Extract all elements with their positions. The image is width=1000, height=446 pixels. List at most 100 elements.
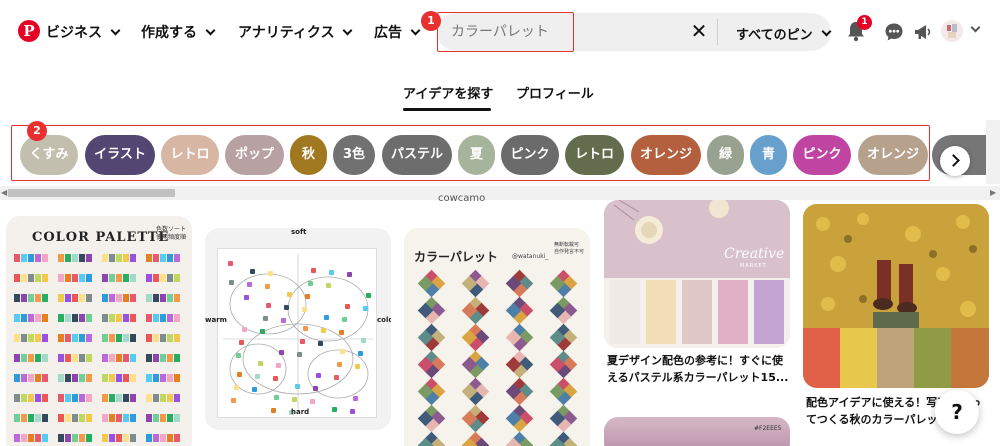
- chip[interactable]: レトロ: [161, 135, 219, 175]
- swatch-row: [102, 434, 136, 442]
- pin-sky-palette[interactable]: #F2EEE5: [604, 417, 790, 446]
- color-dot: [284, 305, 289, 310]
- active-tab-indicator: [403, 108, 491, 111]
- nav-business[interactable]: ビジネス: [46, 22, 121, 42]
- swatch-row: [14, 274, 48, 282]
- color-dot: [305, 294, 310, 299]
- pin-color-palette[interactable]: COLOR PALETTE 色数ソート 使用頻度順: [6, 216, 192, 446]
- chip[interactable]: 3色: [333, 135, 375, 175]
- swatch-row: [146, 334, 180, 342]
- color-dot: [268, 271, 273, 276]
- axis-label-warm: warm: [205, 316, 227, 324]
- swatch-row: [146, 434, 180, 442]
- swatch-row: [14, 394, 48, 402]
- swatch-row: [58, 434, 92, 442]
- tab-profile[interactable]: プロフィール: [516, 83, 594, 102]
- chip[interactable]: オレンジ: [858, 135, 928, 175]
- color-dot: [363, 306, 368, 311]
- chip[interactable]: オレンジ: [631, 135, 701, 175]
- horizontal-scrollbar-thumb[interactable]: [8, 189, 175, 197]
- axis-label-cold: cold: [377, 316, 391, 324]
- brand-watermark-sub: MARKET: [740, 263, 767, 269]
- color-dot: [321, 328, 326, 333]
- vertical-scrollbar[interactable]: [986, 120, 1000, 184]
- color-dot: [303, 326, 308, 331]
- color-dot: [300, 339, 305, 344]
- color-dot: [358, 351, 363, 356]
- color-dot: [308, 281, 313, 286]
- pinterest-logo[interactable]: P: [18, 20, 40, 42]
- swatch-row: [102, 394, 136, 402]
- color-dot: [334, 375, 339, 380]
- chip[interactable]: レトロ: [565, 135, 624, 175]
- palette-swatch: [682, 280, 712, 344]
- chip[interactable]: パステル: [382, 135, 452, 175]
- clear-search-icon[interactable]: ✕: [690, 20, 708, 42]
- chip[interactable]: 緑: [707, 135, 744, 175]
- pin-image: [217, 248, 377, 418]
- chevron-right-icon[interactable]: [940, 146, 970, 176]
- chip[interactable]: ポップ: [225, 135, 284, 175]
- chip[interactable]: 秋: [290, 135, 327, 175]
- swatch-row: [58, 334, 92, 342]
- help-button[interactable]: ?: [935, 390, 979, 434]
- swatch-row: [102, 294, 136, 302]
- scroll-left-arrow-icon[interactable]: ◀: [1, 188, 7, 197]
- chip[interactable]: 夏: [458, 135, 495, 175]
- pin-title[interactable]: 夏デザイン配色の参考に！すぐに使えるパステル系カラーパレット15...: [607, 352, 792, 386]
- color-dot: [310, 399, 315, 404]
- palette-swatch: [951, 328, 989, 388]
- color-dot: [337, 362, 342, 367]
- chevron-down-icon: [343, 25, 353, 35]
- color-dot: [345, 304, 350, 309]
- messages-icon[interactable]: [884, 22, 904, 42]
- pin-autumn-palette[interactable]: [803, 204, 989, 388]
- chip[interactable]: ピンク: [793, 135, 851, 175]
- account-menu-chevron-icon[interactable]: [970, 22, 981, 33]
- color-dot: [236, 353, 241, 358]
- color-dot: [350, 409, 355, 414]
- swatch-row: [14, 434, 48, 442]
- color-dot: [347, 272, 352, 277]
- scroll-right-arrow-icon[interactable]: ▶: [990, 188, 996, 197]
- brand-watermark: Creative: [724, 246, 785, 262]
- color-dot: [263, 316, 268, 321]
- color-dot: [247, 282, 252, 287]
- avatar-image: [941, 20, 963, 42]
- nav-analytics[interactable]: アナリティクス: [238, 22, 353, 42]
- color-dot: [355, 364, 360, 369]
- nav-analytics-label: アナリティクス: [238, 25, 335, 41]
- swatch-row: [14, 414, 48, 422]
- pin-diamond-palette[interactable]: カラーパレット @watanuki_ 無断転載可 自作発言不可: [404, 228, 590, 446]
- chip[interactable]: ピンク: [501, 135, 559, 175]
- nav-ads[interactable]: 広告: [374, 22, 421, 42]
- palette-swatch: [840, 328, 878, 388]
- color-dot: [332, 407, 337, 412]
- search-scope-dropdown[interactable]: すべてのピン: [736, 24, 832, 43]
- pin-image-title: カラーパレット: [414, 250, 498, 264]
- tab-explore[interactable]: アイデアを探す: [403, 83, 493, 102]
- swatch-row: [58, 254, 92, 262]
- chip[interactable]: 青: [750, 135, 787, 175]
- nav-ads-label: 広告: [374, 25, 402, 41]
- avatar[interactable]: [941, 20, 963, 42]
- color-dot: [366, 293, 371, 298]
- color-dot: [326, 283, 331, 288]
- swatch-row: [14, 294, 48, 302]
- search-input[interactable]: [451, 23, 651, 39]
- nav-create[interactable]: 作成する: [141, 22, 216, 42]
- swatch-row: [102, 274, 136, 282]
- chip[interactable]: くすみ: [20, 135, 78, 175]
- swatch-row: [58, 414, 92, 422]
- megaphone-icon[interactable]: [913, 22, 933, 42]
- pin-color-map[interactable]: soft hard warm cold: [205, 228, 391, 430]
- search-divider: [717, 19, 718, 45]
- chevron-down-icon: [205, 25, 216, 35]
- color-dot: [281, 318, 286, 323]
- chip[interactable]: イラスト: [85, 135, 155, 175]
- swatch-row: [14, 254, 48, 262]
- color-dot: [324, 315, 329, 320]
- swatch-row: [102, 374, 136, 382]
- pin-pastel-palette[interactable]: Creative MARKET: [604, 200, 790, 348]
- color-dot: [255, 374, 260, 379]
